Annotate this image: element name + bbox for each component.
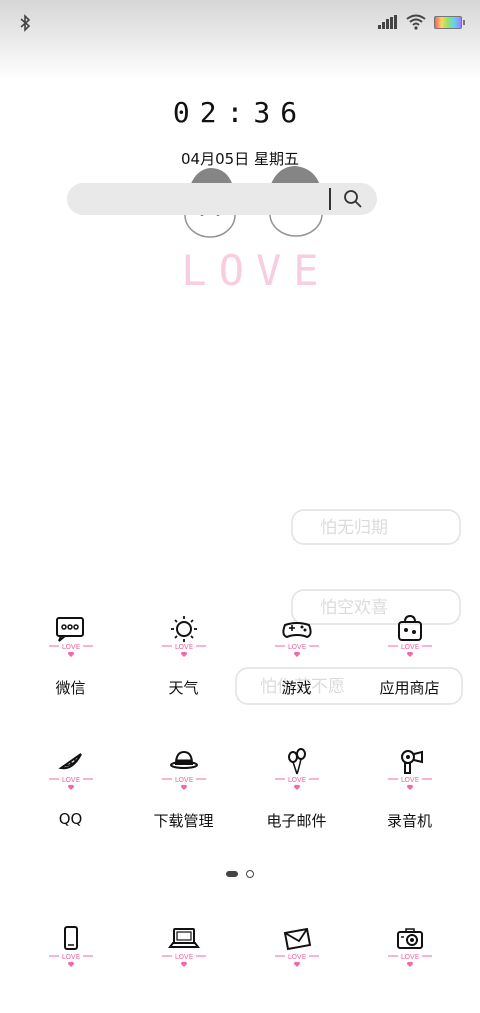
wallpaper-bubble-1: 怕无归期 (320, 518, 388, 538)
wifi-icon (406, 14, 426, 30)
app-label: 应用商店 (379, 679, 440, 697)
love-badge-text: LOVE (174, 643, 192, 651)
app-label: QQ (58, 810, 83, 828)
app-download-manager[interactable]: LOVE 下载管理 (127, 748, 240, 831)
page-dot-active[interactable] (226, 871, 238, 877)
love-badge-text: LOVE (400, 953, 418, 961)
status-bar (0, 0, 480, 52)
watermelon-icon: LOVE (48, 753, 93, 790)
lockscreen-clock: 02:36 (172, 96, 308, 129)
app-qq[interactable]: LOVE QQ (14, 748, 127, 828)
love-badge-text: LOVE (287, 953, 305, 961)
app-label: 游戏 (281, 679, 312, 697)
app-games[interactable]: LOVE 游戏 (240, 615, 353, 698)
love-badge-text: LOVE (61, 776, 79, 784)
app-wechat[interactable]: LOVE 微信 (14, 615, 127, 698)
bluetooth-icon (18, 14, 32, 36)
app-weather[interactable]: LOVE 天气 (127, 615, 240, 698)
app-label: 下载管理 (153, 812, 214, 830)
sun-icon: LOVE (161, 616, 206, 657)
app-label: 录音机 (386, 812, 432, 830)
balloons-icon: LOVE (274, 748, 319, 790)
love-badge-text: LOVE (400, 643, 418, 651)
dock-messages[interactable]: LOVE (240, 925, 353, 977)
phone-icon: LOVE (48, 926, 93, 967)
gamepad-icon: LOVE (274, 622, 319, 657)
battery-icon (434, 15, 465, 29)
dock-phone[interactable]: LOVE (14, 925, 127, 977)
hat-icon: LOVE (161, 750, 206, 790)
dock-camera[interactable]: LOVE (353, 925, 466, 977)
page-dot[interactable] (246, 870, 254, 878)
love-badge-text: LOVE (174, 953, 192, 961)
app-label: 微信 (55, 679, 86, 697)
dock-browser[interactable]: LOVE (127, 925, 240, 977)
lockscreen-date: 04月05日 星期五 (181, 150, 299, 168)
signal-icon (378, 15, 397, 29)
page-indicator[interactable] (226, 870, 254, 878)
app-email[interactable]: LOVE 电子邮件 (240, 748, 353, 831)
shopping-bag-icon: LOVE (387, 615, 432, 657)
camera-icon: LOVE (387, 928, 432, 967)
love-badge-text: LOVE (287, 776, 305, 784)
chat-bubble-icon: LOVE (48, 617, 93, 657)
app-recorder[interactable]: LOVE 录音机 (353, 748, 466, 831)
app-label: 天气 (168, 679, 199, 697)
envelope-icon: LOVE (274, 927, 319, 967)
love-badge-text: LOVE (400, 776, 418, 784)
love-badge-text: LOVE (174, 776, 192, 784)
search-bar[interactable] (67, 183, 377, 215)
app-label: 电子邮件 (266, 812, 327, 830)
love-badge-text: LOVE (61, 643, 79, 651)
search-divider (329, 188, 331, 210)
search-icon[interactable] (343, 189, 363, 209)
app-store[interactable]: LOVE 应用商店 (353, 615, 466, 698)
love-badge-text: LOVE (61, 953, 79, 961)
wallpaper-love-heading: LOVE (181, 246, 330, 295)
laptop-icon: LOVE (161, 928, 206, 967)
love-badge-text: LOVE (287, 643, 305, 651)
hairdryer-icon: LOVE (387, 750, 432, 790)
